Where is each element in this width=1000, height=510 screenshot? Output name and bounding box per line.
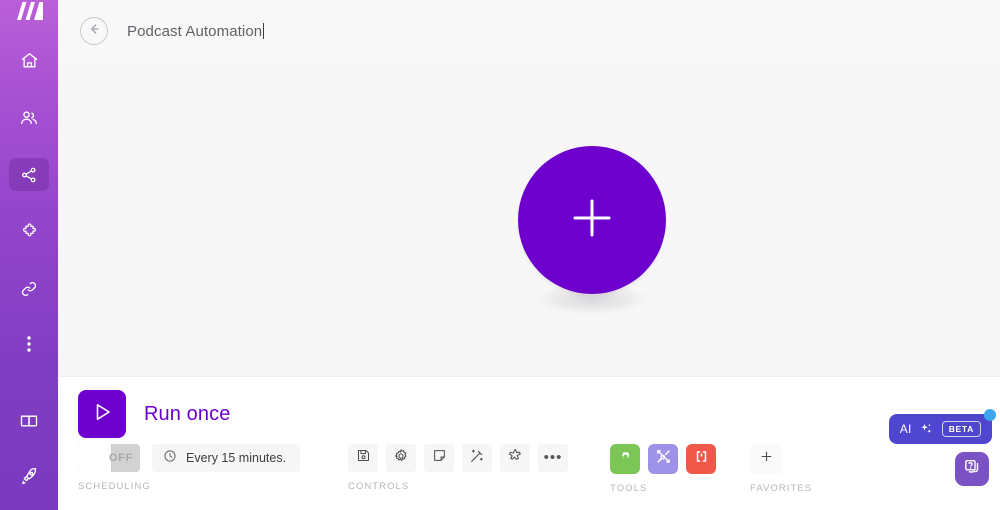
- scheduling-group: OFF Every 15 minutes. SCHEDULING: [78, 444, 301, 492]
- bottom-toolbar: Run once OFF Every 15 minutes. SCHEDULIN…: [58, 376, 1000, 510]
- back-button[interactable]: [80, 17, 108, 45]
- toggle-state-label: OFF: [108, 452, 133, 464]
- schedule-interval-text: Every 15 minutes.: [186, 451, 287, 465]
- auto-align-button[interactable]: [462, 444, 493, 472]
- note-icon: [432, 448, 447, 468]
- rocket-icon: [19, 466, 39, 486]
- sidebar-item-connections[interactable]: [9, 272, 49, 305]
- favorites-group: FAVORITES: [750, 444, 812, 494]
- controls-group-label: CONTROLS: [348, 481, 410, 492]
- text-parser-icon: [693, 448, 710, 470]
- sidebar: ?: [0, 0, 58, 510]
- toggle-knob: [78, 444, 111, 472]
- scenario-name-input[interactable]: Podcast Automation: [127, 22, 265, 40]
- schedule-interval-button[interactable]: Every 15 minutes.: [152, 444, 301, 472]
- scheduling-group-label: SCHEDULING: [78, 481, 151, 492]
- templates-puzzle-icon: [20, 222, 39, 241]
- ai-assistant-button[interactable]: AI BETA: [888, 414, 992, 444]
- scenarios-icon: [20, 166, 38, 184]
- sidebar-item-more[interactable]: [9, 327, 49, 360]
- connections-link-icon: [19, 279, 39, 299]
- team-icon: [19, 108, 39, 128]
- make-logo[interactable]: [0, 0, 58, 22]
- toolbar-groups: OFF Every 15 minutes. SCHEDULING ••• CON…: [58, 444, 1000, 494]
- more-controls-button[interactable]: •••: [538, 444, 569, 472]
- main-area: Podcast Automation Run once OFF Every 15…: [58, 0, 1000, 510]
- notes-button[interactable]: [424, 444, 455, 472]
- sidebar-item-team[interactable]: [9, 101, 49, 134]
- scenario-settings-button[interactable]: [386, 444, 417, 472]
- scenario-name-text: Podcast Automation: [127, 22, 263, 40]
- help-cards-icon: [962, 457, 982, 482]
- tools-wrench-icon: [655, 448, 672, 470]
- run-once-row: Run once: [78, 390, 230, 438]
- save-button[interactable]: [348, 444, 379, 472]
- play-icon: [90, 400, 114, 429]
- scenario-canvas[interactable]: [58, 62, 1000, 376]
- explore-button[interactable]: [500, 444, 531, 472]
- favorites-group-label: FAVORITES: [750, 483, 813, 494]
- save-floppy-icon: [356, 448, 371, 468]
- scenario-editor-app: ? Podcast Automation: [0, 0, 1000, 510]
- sidebar-item-home[interactable]: [9, 44, 49, 77]
- gear-icon: [393, 448, 409, 469]
- clock-icon: [163, 449, 177, 468]
- sidebar-nav-primary: [9, 44, 49, 360]
- ai-notification-dot: [984, 409, 996, 421]
- ai-label: AI: [899, 422, 912, 436]
- sparkles-icon: [919, 422, 933, 436]
- add-module-button[interactable]: [518, 146, 666, 294]
- sidebar-item-whats-new[interactable]: [9, 459, 49, 492]
- tools-button[interactable]: [610, 444, 641, 474]
- flow-control-button[interactable]: [648, 444, 679, 474]
- run-once-label[interactable]: Run once: [144, 403, 230, 426]
- add-favorite-button[interactable]: [750, 444, 783, 474]
- more-horizontal-icon: •••: [543, 449, 563, 466]
- plus-icon: [759, 449, 774, 469]
- more-vertical-icon: [26, 334, 32, 354]
- help-widget-button[interactable]: [955, 452, 989, 486]
- scheduling-toggle[interactable]: OFF: [78, 444, 140, 472]
- home-icon: [20, 51, 39, 70]
- controls-group: ••• CONTROLS: [348, 444, 569, 492]
- sidebar-item-scenarios[interactable]: [9, 158, 49, 191]
- explore-airplane-icon: [507, 448, 523, 469]
- run-once-button[interactable]: [78, 390, 126, 438]
- text-parser-button[interactable]: [686, 444, 717, 474]
- beta-badge: BETA: [941, 420, 981, 438]
- magic-wand-icon: [469, 448, 485, 469]
- tools-group: TOOLS: [610, 444, 717, 494]
- sidebar-item-documentation[interactable]: [9, 404, 49, 437]
- tools-gear-icon: [617, 448, 634, 470]
- sidebar-nav-secondary: ?: [9, 404, 49, 510]
- book-icon: [19, 411, 39, 431]
- text-caret: [263, 22, 265, 39]
- plus-icon: [567, 193, 617, 248]
- arrow-left-icon: [87, 22, 101, 41]
- tools-group-label: TOOLS: [610, 483, 648, 494]
- sidebar-item-templates[interactable]: [9, 215, 49, 248]
- editor-header: Podcast Automation: [58, 0, 1000, 62]
